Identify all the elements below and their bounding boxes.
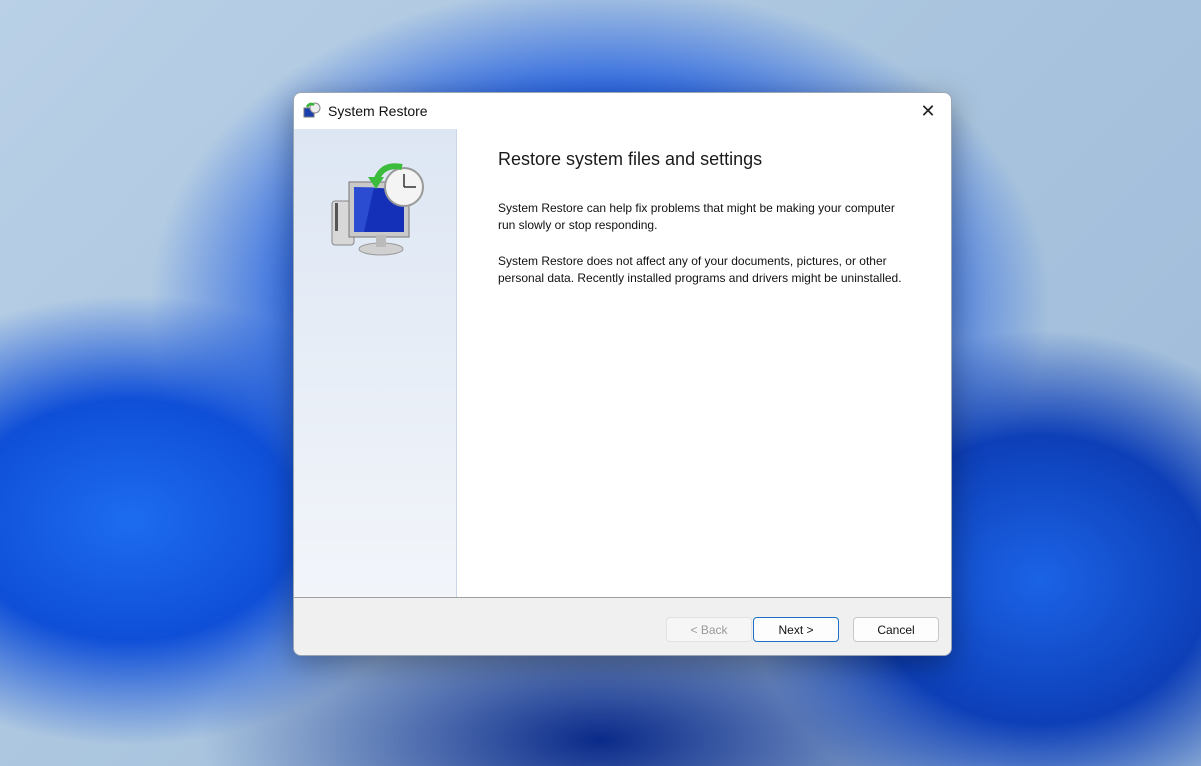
next-button[interactable]: Next > [753, 617, 839, 642]
title-bar: System Restore ✕ [294, 93, 951, 129]
system-restore-dialog: System Restore ✕ Restore system files an… [293, 92, 952, 656]
side-panel [294, 129, 457, 598]
button-bar: < Back Next > Cancel [294, 597, 951, 655]
system-restore-icon [303, 102, 321, 120]
page-heading: Restore system files and settings [498, 149, 763, 169]
cancel-button[interactable]: Cancel [853, 617, 939, 642]
close-button[interactable]: ✕ [905, 93, 951, 129]
close-icon: ✕ [920, 100, 936, 121]
back-button[interactable]: < Back [666, 617, 752, 642]
content-area: Restore system files and settings System… [457, 129, 951, 598]
window-title: System Restore [328, 103, 428, 119]
system-restore-illustration-icon [331, 163, 424, 256]
description-paragraph: System Restore can help fix problems tha… [498, 201, 895, 232]
description-paragraph: System Restore does not affect any of yo… [498, 254, 902, 285]
